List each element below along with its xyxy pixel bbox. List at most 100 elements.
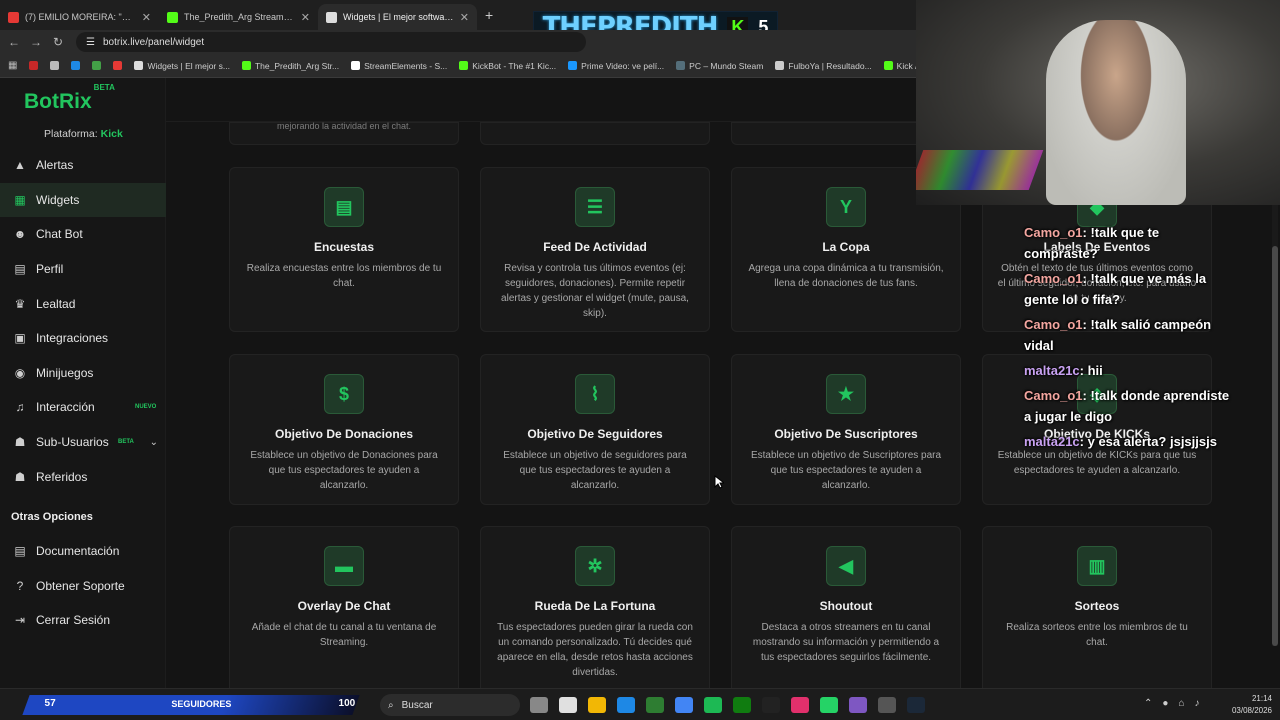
- taskbar-app-icon[interactable]: [646, 697, 664, 713]
- reload-icon[interactable]: ↻: [50, 35, 66, 49]
- sidebar-item-label: Interacción: [36, 400, 95, 415]
- apps-icon[interactable]: ▦: [8, 60, 17, 71]
- sidebar-item-obtener-soporte[interactable]: ? Obtener Soporte: [0, 569, 166, 604]
- sidebar-item-cerrar-sesi-n[interactable]: ⇥ Cerrar Sesión: [0, 603, 166, 638]
- mic-icon[interactable]: ●: [1162, 698, 1168, 709]
- botrix-logo[interactable]: BotRixBETA: [24, 83, 115, 114]
- url-text: botrix.live/panel/widget: [102, 36, 205, 48]
- tab-favicon-icon: [167, 11, 178, 23]
- taskbar-app-icon[interactable]: [878, 697, 896, 713]
- taskbar-app-icon[interactable]: [849, 697, 867, 713]
- volume-icon[interactable]: ♪: [1194, 698, 1199, 709]
- chart-icon: ⌇: [575, 374, 615, 414]
- close-icon[interactable]: ✕: [301, 11, 310, 24]
- bookmark-favicon-icon: [50, 61, 60, 70]
- sidebar-item-integraciones[interactable]: ▣ Integraciones: [0, 321, 166, 356]
- taskbar-app-icon[interactable]: [617, 697, 635, 713]
- taskbar-search[interactable]: ⌕ Buscar: [380, 694, 520, 716]
- sidebar-item-label: Lealtad: [36, 296, 76, 311]
- taskbar-app-icon[interactable]: [820, 697, 838, 713]
- taskbar-app-icon[interactable]: [704, 697, 722, 713]
- bookmark[interactable]: [71, 61, 81, 70]
- browser-tab[interactable]: Widgets | El mejor software par ✕: [318, 4, 477, 30]
- logout-icon: ⇥: [14, 613, 26, 628]
- chat-message: Camo_o1: !talk donde aprendiste a jugar …: [1024, 385, 1234, 427]
- bookmark-label: FulboYa | Resultado...: [788, 60, 872, 71]
- bookmark[interactable]: [50, 61, 60, 70]
- scrollbar-thumb[interactable]: [1272, 246, 1278, 646]
- bookmark-label: KickBot - The #1 Kic...: [472, 60, 557, 71]
- widget-card-shoutout[interactable]: ◀ Shoutout Destaca a otros streamers en tu…: [731, 526, 961, 688]
- widget-card-feed-de-actividad[interactable]: ☰ Feed De Actividad Revisa y controla tus …: [480, 167, 710, 332]
- bookmark[interactable]: [29, 61, 39, 70]
- sidebar-item-label: Chat Bot: [36, 227, 83, 242]
- bookmark[interactable]: KickBot - The #1 Kic...: [459, 61, 556, 71]
- bookmark[interactable]: [92, 61, 102, 70]
- taskbar-app-icon[interactable]: [675, 697, 693, 713]
- widget-card-rueda-de-la-fortuna[interactable]: ✲ Rueda De La Fortuna Tus espectadores pue…: [480, 526, 710, 688]
- bookmark[interactable]: FulboYa | Resultado...: [775, 60, 872, 71]
- docs-icon: ▤: [14, 544, 26, 559]
- widget-description: Establece un objetivo de Donaciones para…: [250, 450, 438, 491]
- bookmark[interactable]: PC – Mundo Steam: [676, 61, 763, 71]
- sidebar-item-perfil[interactable]: ▤ Perfil: [0, 252, 166, 287]
- close-icon[interactable]: ✕: [460, 11, 469, 24]
- sidebar-item-chat-bot[interactable]: ☻ Chat Bot: [0, 217, 166, 252]
- widget-card-sorteos[interactable]: ▥ Sorteos Realiza sorteos entre los miembr…: [982, 526, 1212, 688]
- widget-card-overlay-de-chat[interactable]: ▬ Overlay De Chat Añade el chat de tu cana…: [229, 526, 459, 688]
- sidebar-item-minijuegos[interactable]: ◉ Minijuegos: [0, 356, 166, 391]
- taskbar-app-icon[interactable]: [559, 697, 577, 713]
- taskbar-app-icon[interactable]: [907, 697, 925, 713]
- scrollbar[interactable]: [1272, 156, 1278, 646]
- poll-icon: ▤: [324, 187, 364, 227]
- widget-description: mejorando la actividad en el chat.: [276, 122, 412, 131]
- widget-card-objetivo-de-donaciones[interactable]: $ Objetivo De Donaciones Establece un obje…: [229, 354, 459, 505]
- widget-card-objetivo-de-seguidores[interactable]: ⌇ Objetivo De Seguidores Establece un obje…: [480, 354, 710, 505]
- taskbar-app-icon[interactable]: [791, 697, 809, 713]
- date: 03/08/2026: [1231, 706, 1272, 715]
- sidebar-item-alertas[interactable]: ▲ Alertas: [0, 148, 166, 183]
- sidebar-item-documentaci-n[interactable]: ▤ Documentación: [0, 534, 166, 569]
- bookmark[interactable]: Prime Video: ve pelí...: [568, 61, 664, 71]
- network-icon[interactable]: ⌂: [1178, 698, 1184, 709]
- clock[interactable]: 21:14 03/08/2026: [1226, 693, 1272, 717]
- chat-username: Camo_o1: [1024, 388, 1083, 403]
- sidebar-item-label: Alertas: [36, 158, 74, 173]
- close-icon[interactable]: ✕: [142, 11, 151, 24]
- chevron-up-icon[interactable]: ⌃: [1144, 698, 1152, 709]
- new-tab-button[interactable]: +: [477, 7, 501, 23]
- chevron-down-icon[interactable]: ⌄: [150, 437, 158, 448]
- bookmark[interactable]: StreamElements - S...: [351, 61, 447, 71]
- sidebar-item-interacci-n[interactable]: ♫ Interacción NUEVO: [0, 390, 166, 425]
- menu-badge: NUEVO: [135, 404, 157, 411]
- help-icon: ?: [16, 578, 24, 593]
- widget-title: La Copa: [822, 240, 870, 254]
- taskbar-app-icon[interactable]: [588, 697, 606, 713]
- profile-icon: ▤: [14, 262, 26, 277]
- taskbar-app-icon[interactable]: [733, 697, 751, 713]
- back-icon[interactable]: ←: [6, 35, 22, 49]
- site-info-icon[interactable]: ☰: [86, 37, 95, 48]
- secondary-menu: ▤ Documentación? Obtener Soporte ⇥ Cerrar Se…: [0, 534, 166, 638]
- taskbar-app-icon[interactable]: [762, 697, 780, 713]
- url-field[interactable]: ☰ botrix.live/panel/widget: [76, 32, 586, 52]
- sidebar-item-referidos[interactable]: ☗ Referidos: [0, 459, 166, 494]
- widget-card-objetivo-de-suscriptores[interactable]: ★ Objetivo De Suscriptores Establece un ob…: [731, 354, 961, 505]
- sidebar-item-widgets[interactable]: ▦ Widgets: [0, 182, 166, 218]
- sidebar-item-sub-usuarios[interactable]: ☗ Sub-Usuarios BETA ⌄: [0, 425, 166, 460]
- widget-card-partial[interactable]: [480, 122, 710, 145]
- bookmark[interactable]: The_Predith_Arg Str...: [241, 61, 339, 71]
- sidebar-item-label: Referidos: [36, 469, 88, 484]
- sidebar-item-lealtad[interactable]: ♛ Lealtad: [0, 286, 166, 321]
- taskbar-app-icon[interactable]: [530, 697, 548, 713]
- browser-tab[interactable]: The_Predith_Arg Stream - Watc ✕: [159, 4, 318, 30]
- widget-card-encuestas[interactable]: ▤ Encuestas Realiza encuestas entre los mi…: [229, 167, 459, 332]
- widget-card-partial[interactable]: mejorando la actividad en el chat.: [229, 122, 459, 145]
- chat-message: Camo_o1: !talk que ve más la gente lol o…: [1024, 268, 1234, 310]
- chat-username: malta21c: [1024, 434, 1080, 449]
- bookmark[interactable]: [113, 61, 123, 70]
- cup-icon: Y: [826, 187, 866, 227]
- forward-icon[interactable]: →: [28, 35, 44, 49]
- bookmark[interactable]: Widgets | El mejor s...: [134, 61, 230, 71]
- browser-tab[interactable]: (7) EMILIO MOREIRA: "Es muy d ✕: [0, 4, 159, 30]
